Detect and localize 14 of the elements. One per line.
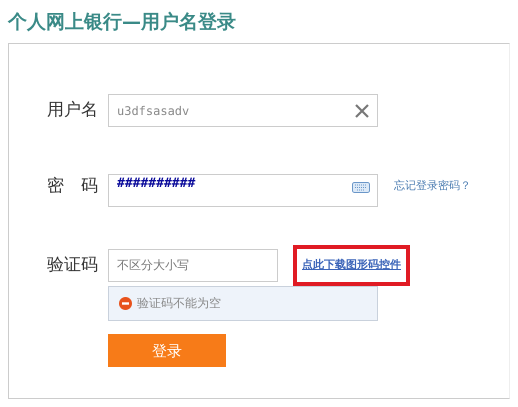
clear-icon[interactable] [354,102,370,118]
forgot-password-link[interactable]: 忘记登录密码？ [394,178,471,195]
page-title: 个人网上银行—用户名登录 [8,10,237,35]
username-field[interactable]: u3dfsasadv [108,94,378,127]
error-icon [119,296,132,310]
captcha-label: 验证码 [46,254,99,276]
username-label: 用户名 [46,98,99,122]
keyboard-icon[interactable] [352,180,370,192]
password-field[interactable]: ########## [108,174,378,207]
download-control-link[interactable]: 点此下载图形码控件 [293,245,410,286]
captcha-field[interactable]: 不区分大小写 [108,248,278,282]
password-label: 密 码 [46,174,99,198]
error-text: 验证码不能为空 [137,295,221,312]
login-button[interactable]: 登录 [108,334,226,366]
